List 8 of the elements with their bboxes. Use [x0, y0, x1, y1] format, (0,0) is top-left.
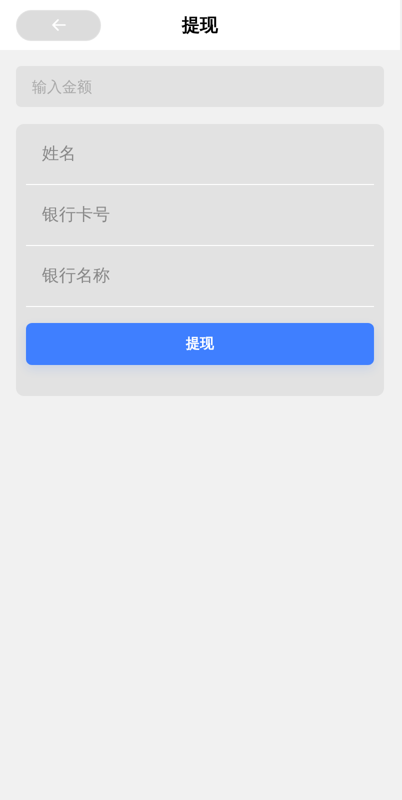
input-field[interactable]: 姓名 [26, 124, 374, 185]
input-field[interactable]: 银行名称 [26, 246, 374, 307]
page-title: 提现 [182, 14, 218, 37]
withdraw-button[interactable]: 提现 [26, 323, 374, 365]
arrow-left-icon [50, 17, 66, 33]
back-button[interactable] [16, 10, 101, 40]
amount-field[interactable]: 输入金额 [16, 66, 384, 107]
input-field[interactable]: 银行卡号 [26, 185, 374, 246]
